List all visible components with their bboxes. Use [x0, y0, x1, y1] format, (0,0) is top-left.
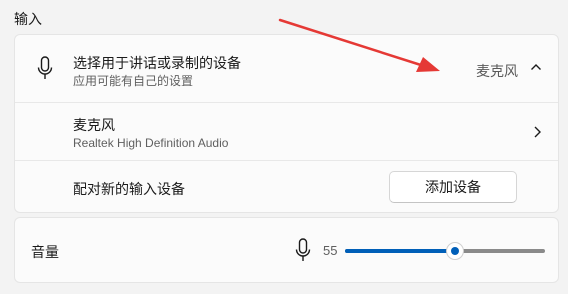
- input-device-subtitle: 应用可能有自己的设置: [73, 74, 194, 88]
- pair-new-input-row: 配对新的输入设备 添加设备: [15, 160, 558, 214]
- microphone-icon: [37, 56, 53, 79]
- volume-value: 55: [323, 243, 338, 258]
- microphone-name: 麦克风: [73, 117, 115, 133]
- chevron-up-icon[interactable]: [530, 62, 542, 72]
- volume-card: 音量 55: [14, 217, 559, 283]
- add-device-button[interactable]: 添加设备: [389, 171, 517, 203]
- input-card: 选择用于讲话或录制的设备 应用可能有自己的设置 麦克风 麦克风 Realtek …: [14, 34, 559, 213]
- selected-input-device: 麦克风: [476, 63, 518, 79]
- chevron-right-icon: [534, 126, 541, 138]
- volume-label: 音量: [31, 244, 59, 260]
- sound-settings-page: 输入 选择用于讲话或录制的设备 应用可能有自己的设置 麦克风 麦克风 Realt…: [0, 0, 568, 294]
- input-device-title: 选择用于讲话或录制的设备: [73, 55, 241, 71]
- pair-new-input-label: 配对新的输入设备: [73, 181, 185, 197]
- input-section-title: 输入: [14, 11, 42, 27]
- microphone-device-item[interactable]: 麦克风 Realtek High Definition Audio: [15, 102, 558, 160]
- volume-slider-thumb[interactable]: [446, 242, 464, 260]
- volume-slider-fill: [345, 249, 455, 253]
- volume-slider[interactable]: [345, 242, 545, 260]
- microphone-icon: [295, 238, 311, 261]
- input-device-header[interactable]: 选择用于讲话或录制的设备 应用可能有自己的设置 麦克风: [15, 35, 558, 102]
- microphone-driver: Realtek High Definition Audio: [73, 136, 229, 150]
